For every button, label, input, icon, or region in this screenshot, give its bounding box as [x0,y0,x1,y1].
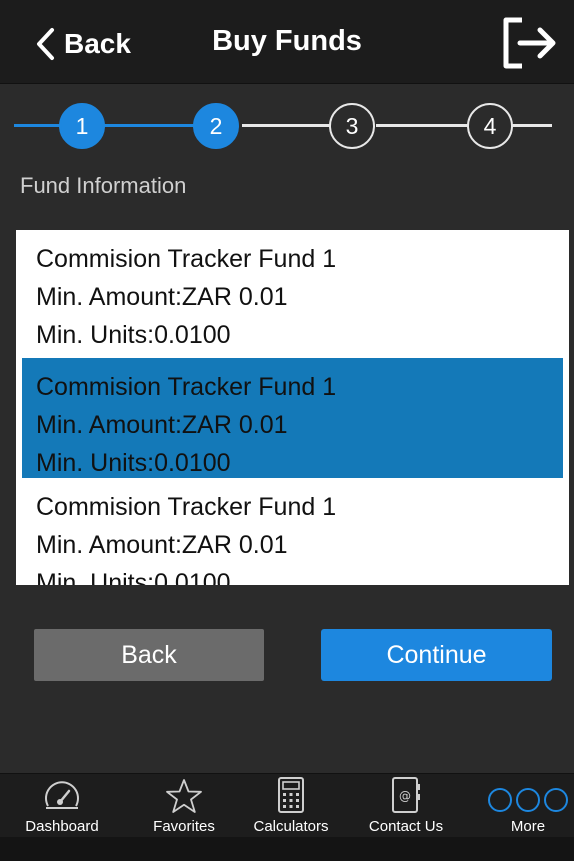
nav-header: Back Buy Funds [0,0,574,84]
tab-favorites-label: Favorites [153,818,215,835]
more-circles-icon [488,788,568,812]
step-1: 1 [59,103,105,149]
tab-calculators[interactable]: Calculators [236,774,346,838]
step-connector [242,124,334,127]
page-title: Buy Funds [212,25,362,57]
step-4: 4 [467,103,513,149]
tab-more[interactable]: More [473,774,574,838]
tab-dashboard-label: Dashboard [25,818,99,835]
tab-calculators-label: Calculators [253,818,329,835]
fund-min-units: Min. Units:0.0100 [36,321,231,349]
fund-list[interactable]: Commision Tracker Fund 1 Min. Amount:ZAR… [16,230,569,585]
continue-button[interactable]: Continue [321,629,552,681]
step-connector [512,124,552,127]
step-3: 3 [329,103,375,149]
step-connector [14,124,64,127]
fund-min-amount: Min. Amount:ZAR 0.01 [36,531,288,559]
bottom-strip [0,837,574,861]
fund-list-item-selected[interactable]: Commision Tracker Fund 1 Min. Amount:ZAR… [22,358,563,478]
tab-contact-us-label: Contact Us [368,818,444,835]
fund-list-item[interactable]: Commision Tracker Fund 1 Min. Amount:ZAR… [22,230,563,350]
progress-stepper: 1 2 3 4 [0,84,574,168]
tab-dashboard[interactable]: Dashboard [7,774,117,838]
fund-min-amount: Min. Amount:ZAR 0.01 [36,411,288,439]
svg-text:@: @ [399,789,411,803]
fund-name: Commision Tracker Fund 1 [36,373,337,401]
fund-name: Commision Tracker Fund 1 [36,245,337,273]
tab-contact-us[interactable]: @ Contact Us [351,774,461,838]
calculator-icon [278,777,304,813]
fund-name: Commision Tracker Fund 1 [36,493,337,521]
fund-min-amount: Min. Amount:ZAR 0.01 [36,283,288,311]
tab-bar: Dashboard Favorites Calculators @ Contac… [0,773,574,837]
back-button[interactable]: Back [34,629,264,681]
speedometer-icon [45,781,79,809]
tab-favorites[interactable]: Favorites [129,774,239,838]
step-connector [104,124,200,127]
fund-min-units: Min. Units:0.0100 [36,449,231,477]
step-connector [376,124,470,127]
star-icon [166,779,202,813]
section-label: Fund Information [20,173,187,198]
fund-min-units: Min. Units:0.0100 [36,569,231,585]
contact-book-icon: @ [392,777,420,813]
step-2: 2 [193,103,239,149]
fund-list-item[interactable]: Commision Tracker Fund 1 Min. Amount:ZAR… [22,478,563,585]
tab-more-label: More [510,818,546,835]
logout-arrow-icon[interactable] [500,14,560,72]
